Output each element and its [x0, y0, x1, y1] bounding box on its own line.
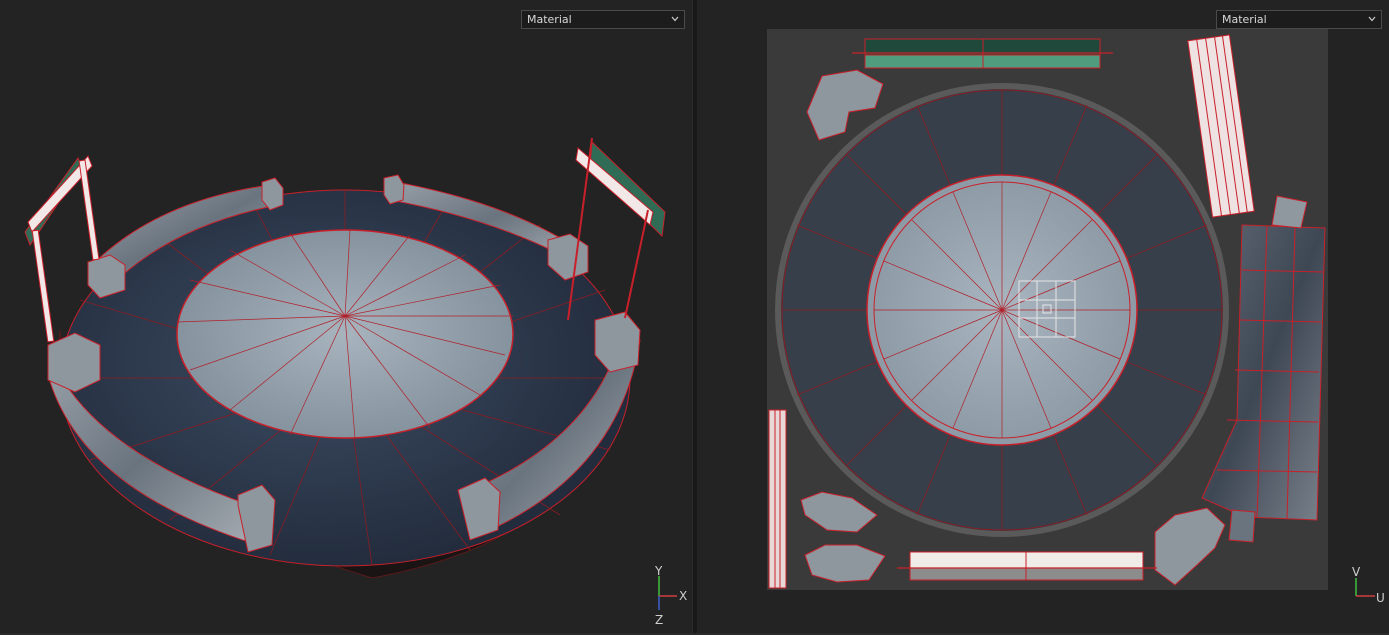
shading-mode-label: Material — [527, 13, 572, 26]
uv-shading-mode-dropdown[interactable]: Material — [1216, 10, 1382, 29]
uv-vertical-strip — [768, 409, 787, 589]
axis-z-label: Z — [655, 613, 663, 627]
axis-y-label: Y — [654, 564, 663, 578]
axis-x-label: X — [679, 589, 687, 603]
uv-shading-mode-label: Material — [1222, 13, 1267, 26]
axis-v-label: V — [1352, 565, 1361, 579]
axis-gizmo-uv: V U — [1352, 565, 1385, 605]
uv-banner-strip — [852, 38, 1113, 69]
uv-scene[interactable] — [697, 0, 1389, 633]
shading-mode-dropdown[interactable]: Material — [521, 10, 685, 29]
3d-scene[interactable] — [0, 0, 692, 633]
viewport-uv[interactable]: Material V U — [697, 0, 1389, 633]
inner-disc — [176, 229, 514, 439]
viewport-3d[interactable]: Material Y X Z — [0, 0, 692, 633]
chevron-down-icon — [1368, 16, 1376, 22]
axis-u-label: U — [1376, 591, 1385, 605]
uv-horizontal-strip — [897, 551, 1157, 581]
chevron-down-icon — [671, 16, 679, 22]
axis-gizmo-3d: Y X Z — [654, 564, 687, 627]
uv-inner-wireframe — [874, 182, 1130, 438]
